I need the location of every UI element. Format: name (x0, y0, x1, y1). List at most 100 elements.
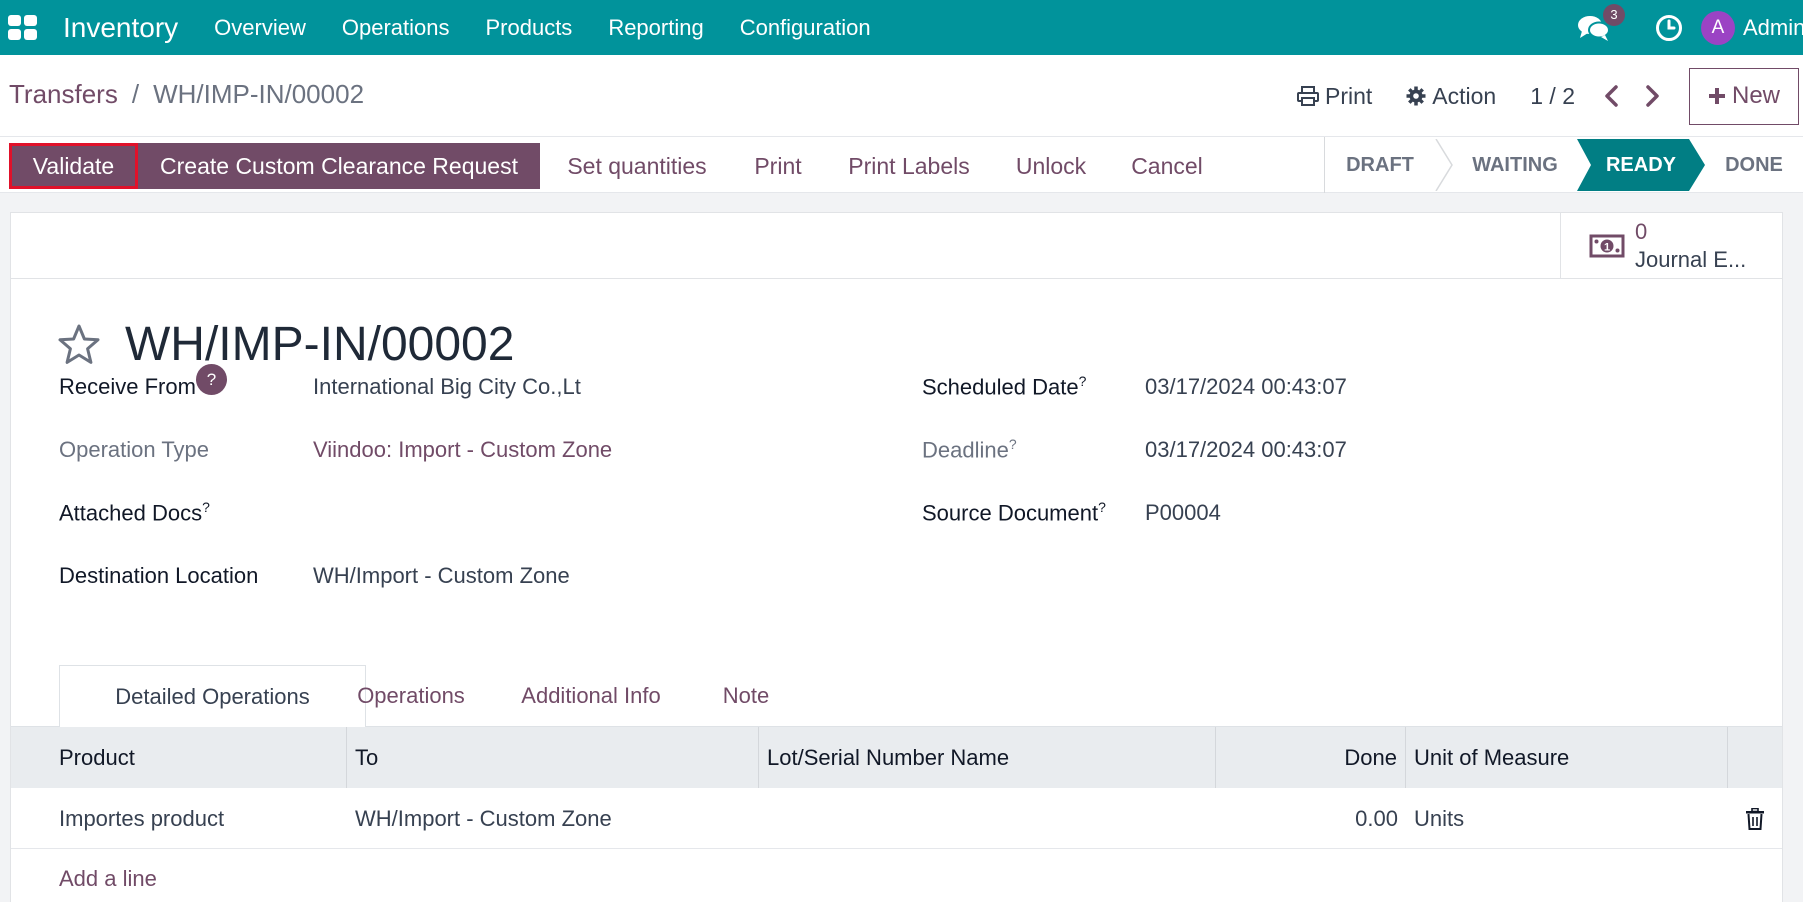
move-lines-table: Product To Lot/Serial Number Name Done U… (11, 727, 1782, 902)
deadline-field: Deadline? 03/17/2024 00:43:07 (922, 434, 1682, 466)
pager-next-icon[interactable] (1641, 83, 1663, 109)
stage-separator-icon (1435, 139, 1453, 191)
attached-docs-help[interactable]: ? (202, 499, 210, 515)
menu-configuration[interactable]: Configuration (722, 15, 889, 41)
cell-to[interactable]: WH/Import - Custom Zone (347, 788, 759, 849)
menu-products[interactable]: Products (467, 15, 590, 41)
cell-uom[interactable]: Units (1406, 788, 1728, 849)
validate-button[interactable]: Validate (9, 143, 138, 189)
set-quantities-button[interactable]: Set quantities (548, 143, 726, 189)
menu-reporting[interactable]: Reporting (590, 15, 721, 41)
avatar[interactable]: A (1701, 10, 1735, 45)
plus-icon (1708, 88, 1725, 104)
cancel-button[interactable]: Cancel (1122, 143, 1212, 189)
breadcrumb-transfers[interactable]: Transfers (9, 79, 118, 110)
source-document-text: Source Document (922, 500, 1099, 526)
source-document-field: Source Document? P00004 (922, 497, 1682, 529)
printer-icon (1297, 86, 1319, 106)
action-menu-label: Action (1432, 82, 1497, 109)
cell-lot[interactable] (759, 788, 1216, 849)
stage-draft[interactable]: DRAFT (1325, 139, 1435, 191)
apps-grid-icon[interactable] (8, 15, 39, 40)
cell-product[interactable]: Importes product (11, 788, 347, 849)
print-labels-button[interactable]: Print Labels (836, 143, 982, 189)
control-panel: Transfers / WH/IMP-IN/00002 Print Action (0, 55, 1803, 193)
deadline-label: Deadline? (922, 436, 1017, 463)
new-button-label: New (1731, 82, 1780, 109)
activity-clock-icon[interactable] (1655, 14, 1683, 42)
source-document-label: Source Document? (922, 499, 1106, 526)
unlock-button[interactable]: Unlock (1004, 143, 1098, 189)
trash-icon[interactable] (1745, 807, 1765, 830)
stage-ready[interactable]: READY (1577, 139, 1705, 191)
page-title: WH/IMP-IN/00002 (125, 318, 515, 371)
print-menu-label: Print (1325, 82, 1373, 109)
pager-value[interactable]: 1 / 2 (1530, 83, 1575, 110)
column-uom[interactable]: Unit of Measure (1406, 727, 1728, 788)
column-product-label: Product (59, 744, 135, 770)
deadline-value[interactable]: 03/17/2024 00:43:07 (1145, 437, 1347, 463)
form-sheet: 1 0 Journal E... WH/IMP-IN/00002 Receive… (10, 212, 1783, 902)
attached-docs-field: Attached Docs? (59, 497, 819, 529)
cell-done[interactable]: 0.00 (1216, 788, 1406, 849)
action-menu-button[interactable]: Action (1406, 83, 1496, 110)
source-document-value[interactable]: P00004 (1145, 500, 1221, 526)
smart-button-box: 1 0 Journal E... (11, 213, 1782, 279)
scheduled-date-help[interactable]: ? (1079, 373, 1087, 389)
breadcrumb-separator: / (131, 79, 140, 109)
scheduled-date-value[interactable]: 03/17/2024 00:43:07 (1145, 374, 1347, 400)
breadcrumb-current: WH/IMP-IN/00002 (153, 79, 365, 109)
operation-type-value[interactable]: Viindoo: Import - Custom Zone (313, 437, 612, 463)
scheduled-date-label: Scheduled Date? (922, 373, 1086, 400)
notebook-tabs: Detailed Operations Operations Additiona… (11, 665, 1782, 728)
table-header: Product To Lot/Serial Number Name Done U… (11, 727, 1782, 788)
scheduled-date-text: Scheduled Date (922, 374, 1079, 400)
menu-operations[interactable]: Operations (324, 15, 468, 41)
app-name[interactable]: Inventory (63, 12, 178, 44)
add-line-link[interactable]: Add a line (11, 849, 1782, 902)
star-icon[interactable] (57, 323, 101, 367)
svg-text:1: 1 (1604, 241, 1610, 253)
stage-done[interactable]: DONE (1705, 139, 1803, 191)
column-done[interactable]: Done (1216, 727, 1406, 788)
receive-from-value[interactable]: International Big City Co.,Lt (313, 374, 581, 400)
breadcrumb: Transfers / WH/IMP-IN/00002 (9, 79, 364, 110)
custom-clearance-button[interactable]: Create Custom Clearance Request (138, 143, 540, 189)
journal-entries-count: 0 (1635, 218, 1648, 244)
journal-entries-label: Journal E... (1635, 246, 1747, 272)
print-menu-button[interactable]: Print (1297, 83, 1372, 110)
status-bar: Validate Create Custom Clearance Request… (0, 136, 1803, 193)
tab-additional-info[interactable]: Additional Info (491, 665, 691, 727)
gear-icon (1406, 86, 1426, 106)
destination-field: Destination Location WH/Import - Custom … (59, 560, 819, 592)
journal-entries-button[interactable]: 1 0 Journal E... (1560, 213, 1782, 278)
new-button[interactable]: New (1689, 67, 1799, 125)
deadline-help[interactable]: ? (1009, 436, 1017, 452)
title-row: WH/IMP-IN/00002 (57, 317, 514, 372)
stage-waiting[interactable]: WAITING (1453, 139, 1577, 191)
column-product[interactable]: Product (11, 727, 347, 788)
tab-operations[interactable]: Operations (341, 665, 481, 727)
pager-previous-icon[interactable] (1601, 83, 1623, 109)
user-name[interactable]: Admin (1743, 15, 1803, 41)
message-count-badge: 3 (1603, 3, 1625, 26)
column-lot[interactable]: Lot/Serial Number Name (759, 727, 1216, 788)
tab-detailed-operations[interactable]: Detailed Operations (59, 665, 366, 728)
column-to[interactable]: To (347, 727, 759, 788)
print-button[interactable]: Print (742, 143, 814, 189)
column-uom-label: Unit of Measure (1414, 744, 1570, 770)
stage-pipeline: DRAFT WAITING READY DONE (1324, 137, 1803, 193)
attached-docs-label: Attached Docs? (59, 499, 210, 526)
destination-label: Destination Location (59, 563, 259, 588)
destination-value[interactable]: WH/Import - Custom Zone (313, 563, 570, 589)
table-row[interactable]: Importes product WH/Import - Custom Zone… (11, 788, 1782, 849)
scheduled-date-field: Scheduled Date? 03/17/2024 00:43:07 (922, 371, 1682, 403)
source-document-help[interactable]: ? (1098, 499, 1106, 515)
deadline-text: Deadline (922, 437, 1009, 463)
messages-icon[interactable]: 3 (1577, 3, 1625, 42)
column-to-label: To (355, 744, 379, 770)
tab-note[interactable]: Note (711, 665, 781, 727)
help-icon[interactable]: ? (195, 363, 227, 395)
menu-overview[interactable]: Overview (196, 15, 324, 41)
receive-from-field: Receive From ? International Big City Co… (59, 363, 819, 403)
